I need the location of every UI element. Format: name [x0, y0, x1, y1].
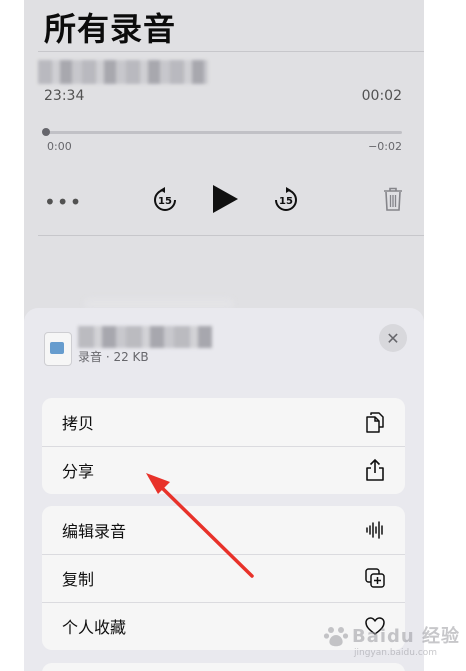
phone-screen: 所有录音 23:34 00:02 0:00 −0:02 ••• 15 15 录音…: [24, 0, 424, 671]
action-group-1: 拷贝 分享: [42, 398, 405, 494]
menu-item-share[interactable]: 分享: [42, 446, 405, 494]
audio-file-icon: [44, 332, 72, 366]
remaining-label: −0:02: [368, 140, 402, 153]
header-divider: [38, 51, 424, 52]
skip-back-seconds: 15: [158, 196, 172, 207]
menu-item-edit-recording[interactable]: 编辑录音: [42, 506, 405, 554]
page-title: 所有录音: [44, 10, 177, 48]
duplicate-icon: [363, 566, 387, 590]
menu-item-label: 编辑录音: [62, 522, 127, 541]
more-icon[interactable]: •••: [44, 190, 82, 214]
paw-logo-icon: [323, 627, 349, 647]
watermark: Baidu 经验 jingyan.baidu.com: [322, 618, 462, 666]
menu-item-label: 复制: [62, 570, 95, 589]
menu-item-duplicate[interactable]: 复制: [42, 554, 405, 602]
recording-name-redacted: [38, 60, 208, 84]
position-label: 0:00: [47, 140, 72, 153]
close-button[interactable]: ✕: [379, 324, 407, 352]
recording-duration: 00:02: [361, 88, 402, 104]
trash-icon[interactable]: [382, 186, 404, 212]
playback-scrubber[interactable]: [46, 131, 402, 134]
watermark-text: Baidu 经验: [352, 626, 461, 647]
player-divider: [38, 235, 424, 236]
menu-item-label: 分享: [62, 462, 95, 481]
watermark-url: jingyan.baidu.com: [354, 648, 438, 658]
waveform-icon: [363, 518, 387, 542]
menu-item-label: 个人收藏: [62, 618, 127, 637]
share-icon: [363, 458, 387, 482]
scrubber-thumb[interactable]: [42, 128, 50, 136]
copy-icon: [363, 410, 387, 434]
menu-item-copy[interactable]: 拷贝: [42, 398, 405, 446]
menu-item-label: 拷贝: [62, 414, 95, 433]
play-icon[interactable]: [210, 183, 240, 215]
skip-forward-icon[interactable]: 15: [272, 186, 300, 214]
recording-time: 23:34: [44, 88, 85, 104]
sheet-subtitle: 录音 · 22 KB: [78, 350, 149, 364]
close-icon: ✕: [386, 328, 400, 348]
action-sheet: 录音 · 22 KB ✕ 拷贝 分享 编辑录音 复制 个人收藏: [24, 308, 424, 671]
sheet-file-name-redacted: [78, 326, 212, 348]
skip-forward-seconds: 15: [279, 196, 293, 207]
skip-back-icon[interactable]: 15: [151, 186, 179, 214]
